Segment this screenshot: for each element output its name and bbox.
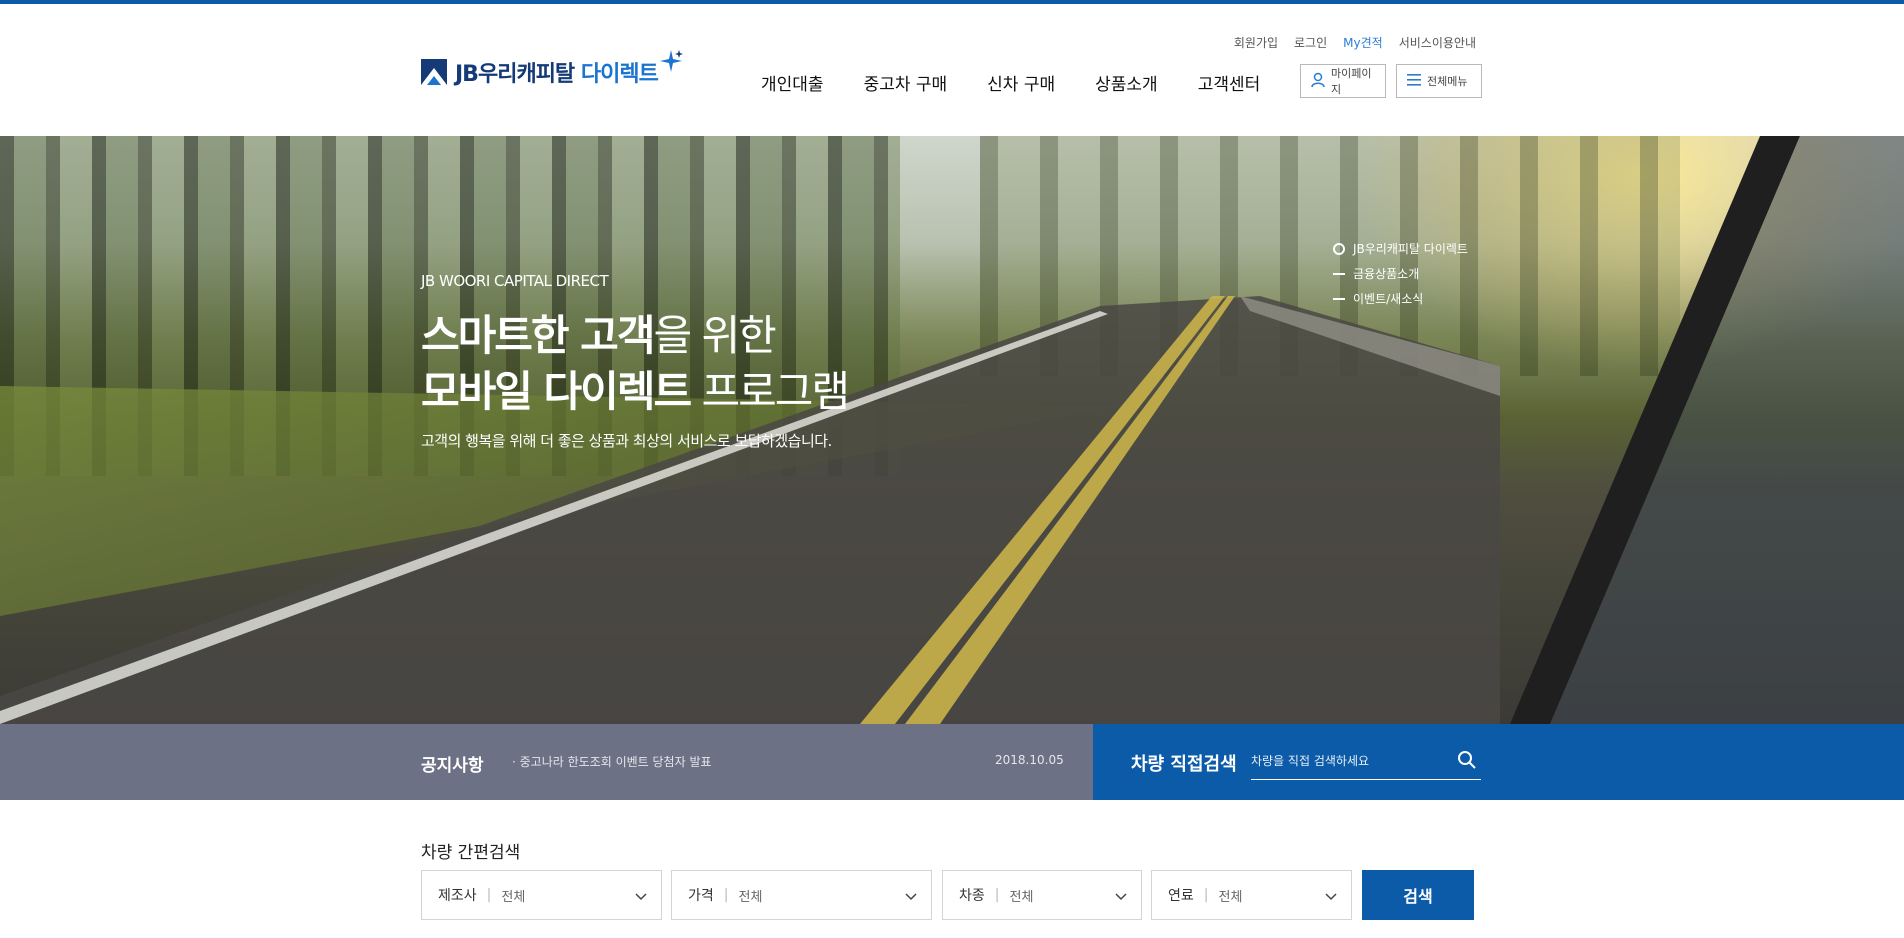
notice-date: 2018.10.05 <box>995 753 1064 767</box>
maker-select-value: 전체 <box>501 889 526 905</box>
signup-link[interactable]: 회원가입 <box>1234 34 1278 51</box>
hero-title-line1-light: 을 위한 <box>653 311 776 360</box>
logo-mark-icon <box>421 59 447 85</box>
nav-products[interactable]: 상품소개 <box>1095 70 1158 95</box>
chevron-down-icon <box>635 889 647 905</box>
price-select-value: 전체 <box>738 889 763 905</box>
chevron-down-icon <box>1325 889 1337 905</box>
sparkle-icon <box>657 48 685 78</box>
fuel-select-value: 전체 <box>1218 889 1243 905</box>
logo-name: 우리캐피탈 <box>477 62 575 87</box>
nav-customer-center[interactable]: 고객센터 <box>1198 70 1261 95</box>
notice-bar: 공지사항 · 중고나라 한도조회 이벤트 당첨자 발표 2018.10.05 <box>0 724 1093 800</box>
nav-used-car[interactable]: 중고차 구매 <box>864 70 948 95</box>
chevron-down-icon <box>905 889 917 905</box>
site-logo[interactable]: JB우리캐피탈 다이렉트 <box>421 50 683 88</box>
divider: | <box>994 887 1000 903</box>
divider: | <box>723 887 729 903</box>
fuel-select-label: 연료 <box>1168 888 1194 904</box>
vehicle-search-input[interactable] <box>1251 744 1451 778</box>
divider: | <box>1203 887 1209 903</box>
price-select[interactable]: 가격 | 전체 <box>671 870 932 920</box>
utility-nav: 회원가입 로그인 My견적 서비스이용안내 <box>1234 34 1476 51</box>
car-type-select[interactable]: 차종 | 전체 <box>942 870 1142 920</box>
hero-banner: JB WOORI CAPITAL DIRECT 스마트한 고객을 위한 모바일 … <box>0 136 1904 724</box>
notice-title: 공지사항 <box>421 756 484 776</box>
hero-slide-nav: JB우리캐피탈 다이렉트 금융상품소개 이벤트/새소식 <box>1333 240 1468 307</box>
fuel-select[interactable]: 연료 | 전체 <box>1151 870 1352 920</box>
all-menu-button[interactable]: 전체메뉴 <box>1396 64 1482 98</box>
login-link[interactable]: 로그인 <box>1294 34 1327 51</box>
maker-select-label: 제조사 <box>438 888 477 904</box>
main-nav: 개인대출 중고차 구매 신차 구매 상품소개 고객센터 <box>761 70 1260 95</box>
logo-text: JB우리캐피탈 다이렉트 <box>455 56 659 88</box>
hero-nav-item-direct[interactable]: JB우리캐피탈 다이렉트 <box>1333 240 1468 257</box>
all-menu-label: 전체메뉴 <box>1427 75 1468 88</box>
hero-title-line2-light: 프로그램 <box>690 367 850 416</box>
hero-title: 스마트한 고객을 위한 모바일 다이렉트 프로그램 <box>421 308 850 420</box>
vehicle-search-title: 차량 직접검색 <box>1131 754 1237 775</box>
logo-prefix: JB <box>455 62 479 87</box>
quick-search-button[interactable]: 검색 <box>1362 870 1474 920</box>
vehicle-search-field <box>1251 744 1481 780</box>
dash-icon <box>1333 297 1345 300</box>
active-dot-icon <box>1333 242 1345 255</box>
nav-new-car[interactable]: 신차 구매 <box>987 70 1055 95</box>
hero-nav-label: JB우리캐피탈 다이렉트 <box>1353 242 1468 256</box>
mypage-button[interactable]: 마이페이지 <box>1300 64 1386 98</box>
hero-nav-item-products[interactable]: 금융상품소개 <box>1333 265 1468 282</box>
car-type-select-value: 전체 <box>1009 889 1034 905</box>
hamburger-icon <box>1407 73 1421 89</box>
hero-nav-label: 이벤트/새소식 <box>1353 292 1424 306</box>
vehicle-search-bar: 차량 직접검색 <box>1093 724 1904 800</box>
price-select-label: 가격 <box>688 888 714 904</box>
hero-eyebrow: JB WOORI CAPITAL DIRECT <box>421 272 609 290</box>
hero-nav-item-events[interactable]: 이벤트/새소식 <box>1333 290 1468 307</box>
my-quote-link[interactable]: My견적 <box>1343 34 1383 51</box>
divider: | <box>486 887 492 903</box>
hero-description: 고객의 행복을 위해 더 좋은 상품과 최상의 서비스로 보답하겠습니다. <box>421 432 832 450</box>
hero-title-line2-bold: 모바일 다이렉트 <box>421 367 692 416</box>
car-type-select-label: 차종 <box>959 888 985 904</box>
logo-direct: 다이렉트 <box>580 62 659 87</box>
quick-search-title: 차량 간편검색 <box>421 843 521 863</box>
chevron-down-icon <box>1115 889 1127 905</box>
mypage-label: 마이페이지 <box>1331 67 1372 96</box>
service-guide-link[interactable]: 서비스이용안내 <box>1399 34 1476 51</box>
site-header: 회원가입 로그인 My견적 서비스이용안내 JB우리캐피탈 다이렉트 개인대출 … <box>0 4 1904 136</box>
maker-select[interactable]: 제조사 | 전체 <box>421 870 662 920</box>
notice-item-link[interactable]: · 중고나라 한도조회 이벤트 당첨자 발표 <box>512 753 712 770</box>
user-icon <box>1311 72 1325 91</box>
hero-title-line1-bold: 스마트한 고객 <box>421 311 655 360</box>
search-icon[interactable] <box>1457 750 1479 772</box>
car-window-image <box>1510 136 1904 724</box>
hero-nav-label: 금융상품소개 <box>1353 267 1420 281</box>
dash-icon <box>1333 272 1345 275</box>
nav-personal-loan[interactable]: 개인대출 <box>761 70 824 95</box>
